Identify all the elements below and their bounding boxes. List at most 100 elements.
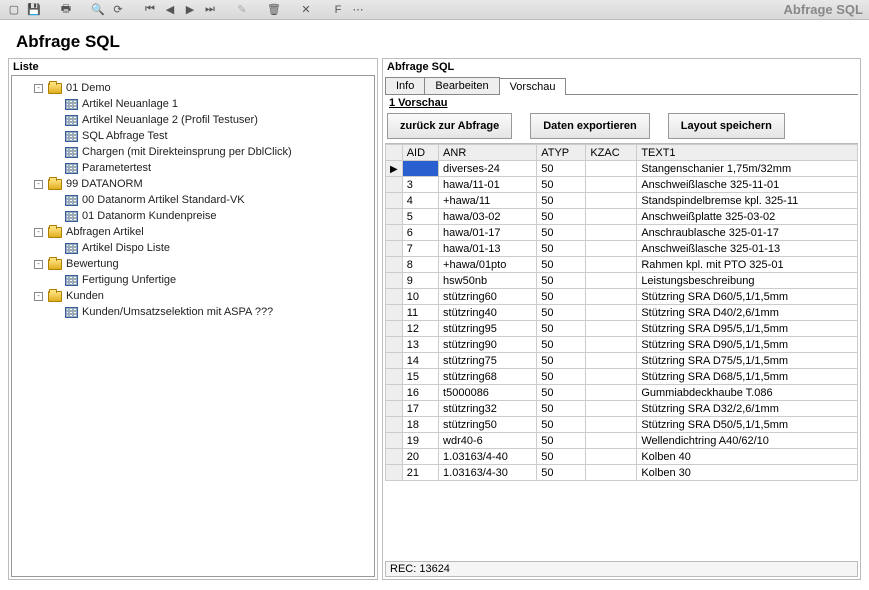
- cell-aid[interactable]: 16: [402, 385, 438, 401]
- expand-toggle-icon[interactable]: -: [34, 180, 43, 189]
- cell-kzac[interactable]: [586, 257, 637, 273]
- cell-atyp[interactable]: 50: [537, 273, 586, 289]
- nav-prev-icon[interactable]: ◀: [162, 2, 178, 18]
- table-row[interactable]: 6hawa/01-1750Anschraublasche 325-01-17: [386, 225, 858, 241]
- cell-anr[interactable]: t5000086: [439, 385, 537, 401]
- tool-print-icon[interactable]: 🖶: [58, 2, 74, 18]
- table-row[interactable]: 5hawa/03-0250Anschweißplatte 325-03-02: [386, 209, 858, 225]
- cell-anr[interactable]: stützring50: [439, 417, 537, 433]
- cell-text1[interactable]: Stützring SRA D60/5,1/1,5mm: [637, 289, 858, 305]
- tree-item[interactable]: Fertigung Unfertige: [14, 272, 372, 288]
- tool-delete-icon[interactable]: 🗑: [266, 2, 282, 18]
- cell-text1[interactable]: Wellendichtring A40/62/10: [637, 433, 858, 449]
- cell-atyp[interactable]: 50: [537, 225, 586, 241]
- cell-kzac[interactable]: [586, 321, 637, 337]
- cell-anr[interactable]: +hawa/01pto: [439, 257, 537, 273]
- table-row[interactable]: 12stützring9550Stützring SRA D95/5,1/1,5…: [386, 321, 858, 337]
- cell-kzac[interactable]: [586, 273, 637, 289]
- cell-kzac[interactable]: [586, 369, 637, 385]
- cell-atyp[interactable]: 50: [537, 369, 586, 385]
- cell-kzac[interactable]: [586, 241, 637, 257]
- cell-atyp[interactable]: 50: [537, 417, 586, 433]
- tool-save-icon[interactable]: 💾: [26, 2, 42, 18]
- table-row[interactable]: 13stützring9050Stützring SRA D90/5,1/1,5…: [386, 337, 858, 353]
- table-row[interactable]: 8+hawa/01pto50 Rahmen kpl. mit PTO 325-01: [386, 257, 858, 273]
- cell-aid[interactable]: 14: [402, 353, 438, 369]
- col-header-text1[interactable]: TEXT1: [637, 145, 858, 161]
- tool-icon-1[interactable]: ▢: [6, 2, 22, 18]
- col-header-kzac[interactable]: KZAC: [586, 145, 637, 161]
- cell-anr[interactable]: wdr40-6: [439, 433, 537, 449]
- cell-aid[interactable]: 9: [402, 273, 438, 289]
- cell-aid[interactable]: [402, 161, 438, 177]
- cell-atyp[interactable]: 50: [537, 305, 586, 321]
- cell-aid[interactable]: 20: [402, 449, 438, 465]
- cell-atyp[interactable]: 50: [537, 177, 586, 193]
- cell-atyp[interactable]: 50: [537, 209, 586, 225]
- table-row[interactable]: 14stützring7550Stützring SRA D75/5,1/1,5…: [386, 353, 858, 369]
- table-row[interactable]: 19wdr40-650Wellendichtring A40/62/10: [386, 433, 858, 449]
- cell-text1[interactable]: Kolben 40: [637, 449, 858, 465]
- cell-aid[interactable]: 5: [402, 209, 438, 225]
- cell-aid[interactable]: 17: [402, 401, 438, 417]
- cell-text1[interactable]: Stützring SRA D90/5,1/1,5mm: [637, 337, 858, 353]
- table-row[interactable]: 4+hawa/1150Standspindelbremse kpl. 325-1…: [386, 193, 858, 209]
- cell-anr[interactable]: +hawa/11: [439, 193, 537, 209]
- expand-toggle-icon[interactable]: -: [34, 292, 43, 301]
- tree-item[interactable]: 00 Datanorm Artikel Standard-VK: [14, 192, 372, 208]
- cell-atyp[interactable]: 50: [537, 465, 586, 481]
- cell-aid[interactable]: 3: [402, 177, 438, 193]
- cell-text1[interactable]: Rahmen kpl. mit PTO 325-01: [637, 257, 858, 273]
- tree-item[interactable]: 01 Datanorm Kundenpreise: [14, 208, 372, 224]
- cell-text1[interactable]: Anschweißlasche 325-11-01: [637, 177, 858, 193]
- cell-aid[interactable]: 11: [402, 305, 438, 321]
- tree-folder[interactable]: -99 DATANORM: [14, 176, 372, 192]
- table-row[interactable]: 9hsw50nb50 Leistungsbeschreibung: [386, 273, 858, 289]
- cell-text1[interactable]: Stützring SRA D68/5,1/1,5mm: [637, 369, 858, 385]
- expand-toggle-icon[interactable]: -: [34, 84, 43, 93]
- tool-more-icon[interactable]: ⋯: [350, 2, 366, 18]
- cell-aid[interactable]: 8: [402, 257, 438, 273]
- grid[interactable]: AIDANRATYPKZACTEXT1▶diverses-2450Stangen…: [385, 143, 858, 559]
- cell-text1[interactable]: Anschraublasche 325-01-17: [637, 225, 858, 241]
- tree-item[interactable]: SQL Abfrage Test: [14, 128, 372, 144]
- cell-kzac[interactable]: [586, 449, 637, 465]
- cell-atyp[interactable]: 50: [537, 401, 586, 417]
- tool-search-icon[interactable]: 🔍: [90, 2, 106, 18]
- cell-anr[interactable]: hsw50nb: [439, 273, 537, 289]
- cell-aid[interactable]: 19: [402, 433, 438, 449]
- cell-anr[interactable]: 1.03163/4-40: [439, 449, 537, 465]
- cell-atyp[interactable]: 50: [537, 385, 586, 401]
- tool-filter-icon[interactable]: F: [330, 2, 346, 18]
- cell-kzac[interactable]: [586, 337, 637, 353]
- cell-kzac[interactable]: [586, 177, 637, 193]
- cell-anr[interactable]: stützring40: [439, 305, 537, 321]
- cell-atyp[interactable]: 50: [537, 353, 586, 369]
- cell-anr[interactable]: stützring68: [439, 369, 537, 385]
- table-row[interactable]: 3hawa/11-0150Anschweißlasche 325-11-01: [386, 177, 858, 193]
- cell-text1[interactable]: Stangenschanier 1,75m/32mm: [637, 161, 858, 177]
- cell-aid[interactable]: 13: [402, 337, 438, 353]
- cell-text1[interactable]: Leistungsbeschreibung: [637, 273, 858, 289]
- cell-aid[interactable]: 7: [402, 241, 438, 257]
- cell-anr[interactable]: hawa/01-13: [439, 241, 537, 257]
- col-header-atyp[interactable]: ATYP: [537, 145, 586, 161]
- cell-aid[interactable]: 18: [402, 417, 438, 433]
- cell-text1[interactable]: Anschweißlasche 325-01-13: [637, 241, 858, 257]
- col-header-aid[interactable]: AID: [402, 145, 438, 161]
- tree-item[interactable]: Chargen (mit Direkteinsprung per DblClic…: [14, 144, 372, 160]
- table-row[interactable]: ▶diverses-2450Stangenschanier 1,75m/32mm: [386, 161, 858, 177]
- tree-folder[interactable]: -01 Demo: [14, 80, 372, 96]
- tree-item[interactable]: Artikel Neuanlage 1: [14, 96, 372, 112]
- cell-anr[interactable]: diverses-24: [439, 161, 537, 177]
- table-row[interactable]: 16t500008650 Gummiabdeckhaube T.086: [386, 385, 858, 401]
- cell-text1[interactable]: Gummiabdeckhaube T.086: [637, 385, 858, 401]
- cell-aid[interactable]: 15: [402, 369, 438, 385]
- cell-atyp[interactable]: 50: [537, 257, 586, 273]
- export-button[interactable]: Daten exportieren: [530, 113, 650, 139]
- table-row[interactable]: 18stützring5050Stützring SRA D50/5,1/1,5…: [386, 417, 858, 433]
- table-row[interactable]: 17stützring3250Stützring SRA D32/2,6/1mm: [386, 401, 858, 417]
- cell-kzac[interactable]: [586, 225, 637, 241]
- cell-text1[interactable]: Stützring SRA D32/2,6/1mm: [637, 401, 858, 417]
- cell-anr[interactable]: stützring90: [439, 337, 537, 353]
